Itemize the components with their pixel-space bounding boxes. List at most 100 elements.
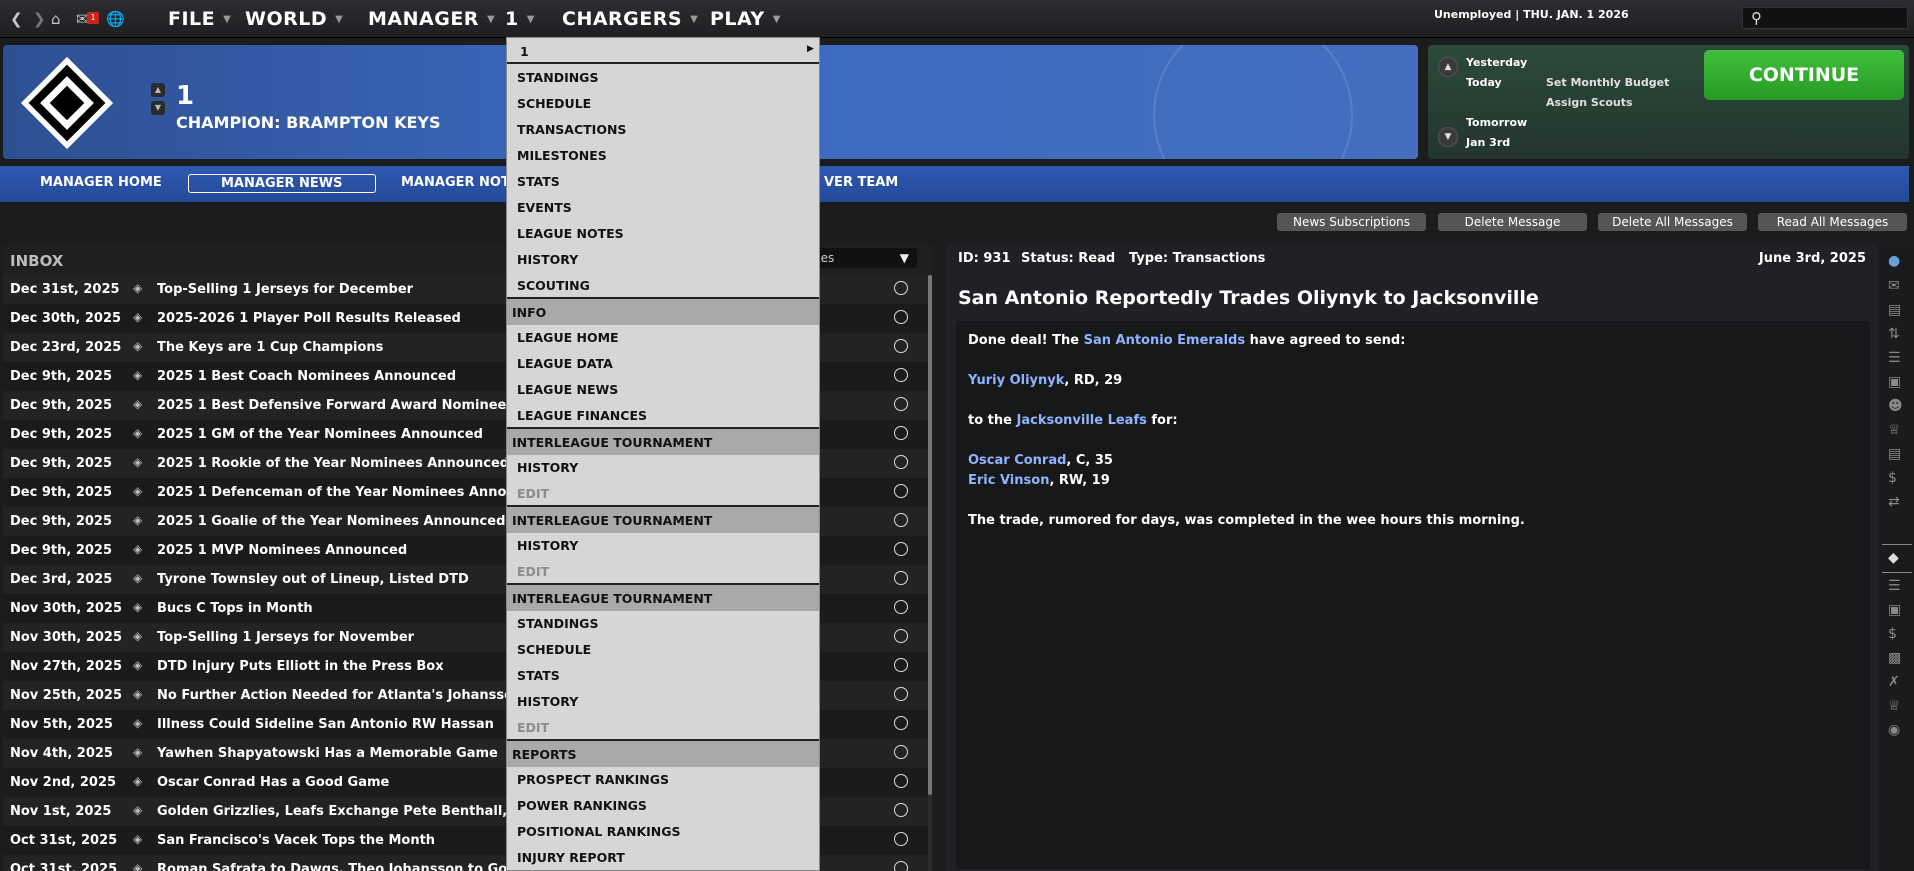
menu-file[interactable]: FILE ▼ [168, 6, 231, 32]
calendar-today[interactable]: Today [1466, 76, 1502, 89]
scrollbar-thumb[interactable] [928, 275, 932, 795]
dropdown-item-stats[interactable]: STATS [507, 662, 819, 688]
list-icon[interactable]: ☰ [1888, 578, 1901, 594]
dropdown-item-positional-rankings[interactable]: POSITIONAL RANKINGS [507, 818, 819, 844]
roster-icon[interactable]: ▤ [1888, 302, 1901, 318]
finance-icon[interactable]: $ [1888, 470, 1897, 486]
dropdown-item-prospect-rankings[interactable]: PROSPECT RANKINGS [507, 766, 819, 792]
tab-player-team[interactable]: VER TEAM [824, 175, 898, 190]
trophy-icon[interactable]: ♕ [1888, 698, 1901, 714]
inbox-filter-select[interactable]: ges ▼ [809, 248, 917, 268]
dropdown-item-history[interactable]: HISTORY [507, 688, 819, 714]
read-status-icon[interactable] [894, 571, 908, 585]
dropdown-item-history[interactable]: HISTORY [507, 246, 819, 272]
read-status-icon[interactable] [894, 513, 908, 527]
task-item[interactable]: Set Monthly Budget [1546, 76, 1669, 89]
arrow-down-icon[interactable]: ▼ [1438, 127, 1458, 147]
read-status-icon[interactable] [894, 629, 908, 643]
team-link[interactable]: Jacksonville Leafs [1017, 413, 1147, 428]
read-status-icon[interactable] [894, 600, 908, 614]
task-item[interactable]: Assign Scouts [1546, 96, 1633, 109]
dropdown-item-schedule[interactable]: SCHEDULE [507, 90, 819, 116]
dropdown-item-schedule[interactable]: SCHEDULE [507, 636, 819, 662]
delete-message-button[interactable]: Delete Message [1438, 213, 1587, 231]
read-status-icon[interactable] [894, 339, 908, 353]
dropdown-item-league-data[interactable]: LEAGUE DATA [507, 350, 819, 376]
read-status-icon[interactable] [894, 455, 908, 469]
calendar-tomorrow[interactable]: Tomorrow [1466, 116, 1527, 129]
read-status-icon[interactable] [894, 687, 908, 701]
dropdown-item-league-home[interactable]: LEAGUE HOME [507, 324, 819, 350]
schedule-icon[interactable]: ▣ [1888, 374, 1901, 390]
menu-league[interactable]: 1 ▼ [505, 6, 535, 32]
read-status-icon[interactable] [894, 774, 908, 788]
delete-all-button[interactable]: Delete All Messages [1598, 213, 1747, 231]
dropdown-item-history[interactable]: HISTORY [507, 454, 819, 480]
read-status-icon[interactable] [894, 368, 908, 382]
stats-icon[interactable]: ▩ [1888, 650, 1901, 666]
dropdown-item-league-notes[interactable]: LEAGUE NOTES [507, 220, 819, 246]
scouting-icon[interactable]: ◉ [1888, 722, 1900, 738]
menu-manager[interactable]: MANAGER ▼ [368, 6, 495, 32]
dropdown-league-item[interactable]: 1 ▶ [507, 38, 819, 64]
dropdown-item-injury-report[interactable]: INJURY REPORT [507, 844, 819, 870]
sticks-icon[interactable]: ✗ [1888, 674, 1900, 690]
read-status-icon[interactable] [894, 861, 908, 871]
menu-world[interactable]: WORLD ▼ [245, 6, 343, 32]
read-status-icon[interactable] [894, 281, 908, 295]
arrow-up-icon[interactable]: ▲ [151, 83, 165, 97]
dropdown-item-history[interactable]: HISTORY [507, 532, 819, 558]
player-link[interactable]: Eric Vinson [968, 473, 1049, 488]
menu-play[interactable]: PLAY ▼ [710, 6, 781, 32]
read-status-icon[interactable] [894, 397, 908, 411]
arrow-down-icon[interactable]: ▼ [151, 101, 165, 115]
tab-manager-news[interactable]: MANAGER NEWS [188, 174, 376, 193]
read-status-icon[interactable] [894, 716, 908, 730]
read-status-icon[interactable] [894, 542, 908, 556]
tab-manager-home[interactable]: MANAGER HOME [40, 175, 162, 190]
player-link[interactable]: Yuriy Oliynyk [968, 373, 1064, 388]
staff-icon[interactable]: ☻ [1888, 398, 1903, 414]
dropdown-item-league-news[interactable]: LEAGUE NEWS [507, 376, 819, 402]
dropdown-item-standings[interactable]: STANDINGS [507, 64, 819, 90]
news-subscriptions-button[interactable]: News Subscriptions [1277, 213, 1426, 231]
dropdown-item-transactions[interactable]: TRANSACTIONS [507, 116, 819, 142]
read-status-icon[interactable] [894, 310, 908, 324]
inbox-scrollbar[interactable] [928, 275, 932, 871]
read-all-button[interactable]: Read All Messages [1758, 213, 1907, 231]
read-status-icon[interactable] [894, 832, 908, 846]
dropdown-item-events[interactable]: EVENTS [507, 194, 819, 220]
lines-icon[interactable]: ⇅ [1888, 326, 1900, 342]
league-switcher[interactable]: ▲ ▼ [151, 83, 165, 119]
schedule-icon[interactable]: ▣ [1888, 602, 1901, 618]
mail-icon[interactable]: ✉ [1888, 278, 1900, 294]
transfer-icon[interactable]: ⇄ [1888, 494, 1900, 510]
read-status-icon[interactable] [894, 658, 908, 672]
read-status-icon[interactable] [894, 803, 908, 817]
continue-button[interactable]: CONTINUE [1704, 50, 1904, 100]
finance-icon[interactable]: $ [1888, 626, 1897, 642]
arrow-up-icon[interactable]: ▲ [1438, 57, 1458, 77]
read-status-icon[interactable] [894, 745, 908, 759]
home-icon[interactable]: ⌂ [51, 10, 61, 28]
dropdown-item-standings[interactable]: STANDINGS [507, 610, 819, 636]
dropdown-item-scouting[interactable]: SCOUTING [507, 272, 819, 298]
read-status-icon[interactable] [894, 426, 908, 440]
notes-icon[interactable]: ▤ [1888, 446, 1901, 462]
globe-icon[interactable]: 🌐 [106, 10, 125, 28]
league-logo-icon[interactable]: ◆ [1888, 550, 1899, 566]
menu-chargers[interactable]: CHARGERS ▼ [562, 6, 698, 32]
forward-icon[interactable]: ❯ [33, 10, 46, 28]
search-input[interactable]: ⚲ [1742, 7, 1908, 29]
dropdown-item-milestones[interactable]: MILESTONES [507, 142, 819, 168]
dropdown-item-league-finances[interactable]: LEAGUE FINANCES [507, 402, 819, 428]
team-logo-icon[interactable]: ● [1888, 253, 1900, 269]
dropdown-item-power-rankings[interactable]: POWER RANKINGS [507, 792, 819, 818]
read-status-icon[interactable] [894, 484, 908, 498]
team-link[interactable]: San Antonio Emeralds [1084, 333, 1245, 348]
calendar-yesterday[interactable]: Yesterday [1466, 56, 1527, 69]
back-icon[interactable]: ❮ [10, 10, 23, 28]
trophy-icon[interactable]: ♕ [1888, 422, 1901, 438]
list-icon[interactable]: ☰ [1888, 350, 1901, 366]
player-link[interactable]: Oscar Conrad [968, 453, 1066, 468]
